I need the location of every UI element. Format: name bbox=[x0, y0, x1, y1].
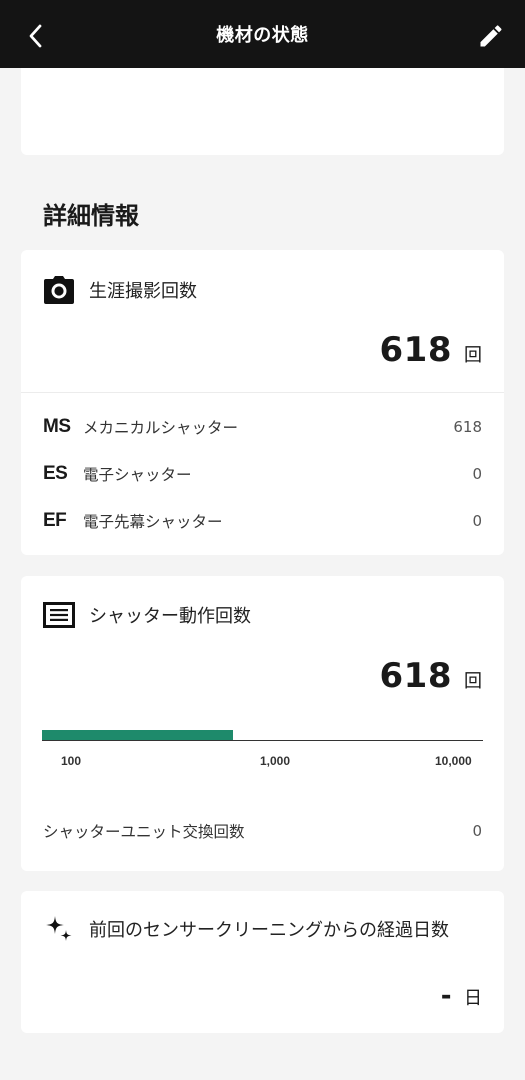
sensor-cleaning-card: 前回のセンサークリーニングからの経過日数 - 日 bbox=[21, 891, 504, 1033]
bar-tick-label: 1,000 bbox=[260, 754, 291, 768]
sensor-cleaning-label: 前回のセンサークリーニングからの経過日数 bbox=[89, 920, 449, 941]
divider bbox=[21, 392, 504, 393]
shutter-actuations-unit: 回 bbox=[464, 671, 482, 692]
shutter-actuations-number: 618 bbox=[379, 656, 452, 696]
back-button[interactable] bbox=[22, 22, 50, 50]
sparkle-icon bbox=[43, 913, 75, 945]
shutter-code: MS bbox=[43, 416, 71, 437]
edit-button[interactable] bbox=[477, 22, 505, 50]
shutter-actuations-count: 618 回 bbox=[380, 656, 482, 696]
actuation-bar-axis bbox=[42, 739, 483, 741]
actuation-bar bbox=[42, 729, 483, 741]
lifetime-shots-label: 生涯撮影回数 bbox=[89, 281, 197, 302]
shutter-actuations-card: シャッター動作回数 618 回 100 1,000 10,000 シャッターユニ… bbox=[21, 576, 504, 871]
shutter-code: EF bbox=[43, 510, 67, 531]
camera-icon bbox=[43, 274, 75, 306]
unit-replacement-value: 0 bbox=[472, 822, 482, 840]
sensor-cleaning-days: - 日 bbox=[441, 981, 482, 1011]
lifetime-shots-header: 生涯撮影回数 bbox=[43, 274, 197, 306]
nav-bar: 機材の状態 bbox=[0, 0, 525, 68]
shutter-name: メカニカルシャッター bbox=[83, 419, 239, 437]
unit-replacement-label: シャッターユニット交換回数 bbox=[43, 823, 245, 841]
unit-replacement-row: シャッターユニット交換回数 0 bbox=[43, 820, 482, 842]
chevron-left-icon bbox=[29, 24, 42, 48]
shutter-row-ms: MS メカニカルシャッター 618 bbox=[43, 413, 482, 441]
sensor-cleaning-unit: 日 bbox=[464, 988, 482, 1009]
lifetime-shots-unit: 回 bbox=[464, 345, 482, 366]
shutter-row-ef: EF 電子先幕シャッター 0 bbox=[43, 507, 482, 535]
shutter-row-es: ES 電子シャッター 0 bbox=[43, 460, 482, 488]
lifetime-shots-count: 618 回 bbox=[380, 330, 482, 370]
shutter-code: ES bbox=[43, 463, 68, 484]
shutter-actuations-header: シャッター動作回数 bbox=[43, 599, 251, 631]
pencil-icon bbox=[480, 25, 502, 47]
shutter-actuations-label: シャッター動作回数 bbox=[89, 606, 251, 627]
lifetime-shots-card: 生涯撮影回数 618 回 MS メカニカルシャッター 618 ES 電子シャッタ… bbox=[21, 250, 504, 555]
shutter-name: 電子シャッター bbox=[83, 466, 192, 484]
page-title: 機材の状態 bbox=[216, 25, 309, 46]
previous-card bbox=[21, 68, 504, 155]
sensor-cleaning-value: - bbox=[440, 981, 452, 1011]
bar-tick-label: 100 bbox=[61, 754, 82, 768]
section-title: 詳細情報 bbox=[43, 202, 139, 230]
shutter-value: 618 bbox=[453, 418, 482, 436]
shutter-value: 0 bbox=[472, 512, 482, 530]
actuation-bar-fill bbox=[42, 730, 234, 740]
shutter-list-icon bbox=[43, 599, 75, 631]
shutter-name: 電子先幕シャッター bbox=[83, 513, 223, 531]
bar-tick-label: 10,000 bbox=[435, 754, 472, 768]
sensor-cleaning-header: 前回のセンサークリーニングからの経過日数 bbox=[43, 913, 449, 945]
lifetime-shots-number: 618 bbox=[379, 330, 452, 370]
shutter-value: 0 bbox=[472, 465, 482, 483]
